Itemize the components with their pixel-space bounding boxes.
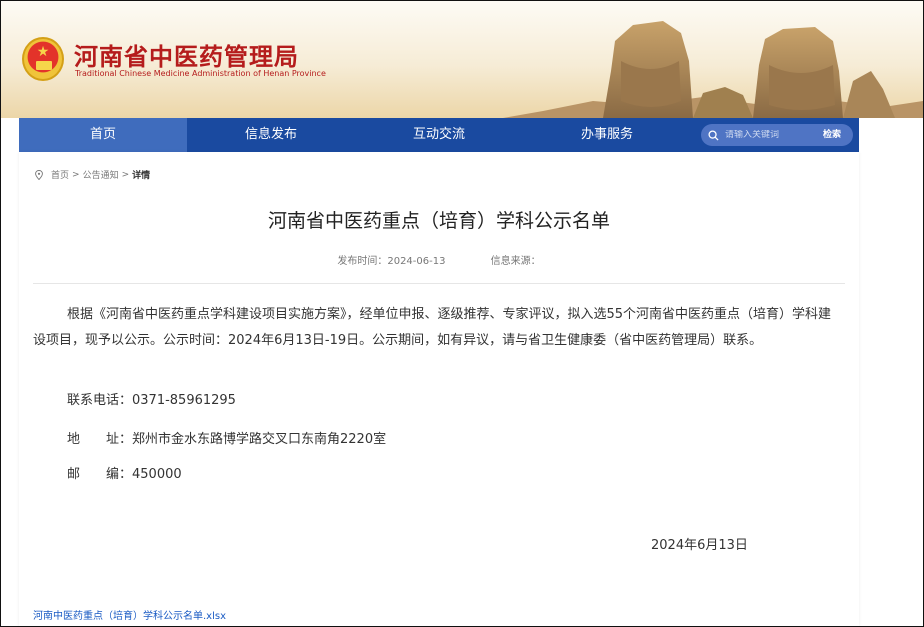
- national-emblem-icon: ★: [22, 37, 64, 81]
- nav-item-home[interactable]: 首页: [19, 118, 187, 152]
- article-panel: 首页 > 公告通知 > 详情 河南省中医药重点（培育）学科公示名单 发布时间：2…: [19, 152, 859, 626]
- breadcrumb-separator: >: [72, 169, 80, 180]
- breadcrumb-section[interactable]: 公告通知: [83, 168, 119, 181]
- article-meta: 发布时间：2024-06-13 信息来源：: [19, 252, 859, 267]
- banner-statues-image: [503, 21, 923, 118]
- nav-item-services[interactable]: 办事服务: [523, 118, 691, 152]
- header-banner: ★ 河南省中医药管理局 Traditional Chinese Medicine…: [1, 1, 923, 118]
- attachment-link[interactable]: 河南中医药重点（培育）学科公示名单.xlsx: [33, 607, 226, 622]
- search-button[interactable]: 检索: [811, 124, 853, 146]
- location-pin-icon: [35, 169, 43, 180]
- nav-item-interaction[interactable]: 互动交流: [355, 118, 523, 152]
- search-input[interactable]: [725, 130, 811, 140]
- contact-address: 地 址：郑州市金水东路博学路交叉口东南角2220室: [67, 432, 387, 447]
- breadcrumb-current: 详情: [132, 171, 151, 181]
- search-icon[interactable]: [701, 124, 725, 146]
- site-title[interactable]: 河南省中医药管理局: [74, 37, 299, 72]
- site-subtitle: Traditional Chinese Medicine Administrat…: [75, 69, 326, 78]
- breadcrumb: 首页 > 公告通知 > 详情: [35, 168, 150, 181]
- article-title: 河南省中医药重点（培育）学科公示名单: [267, 210, 610, 232]
- main-nav: 首页 信息发布 互动交流 办事服务 检索: [19, 118, 859, 152]
- divider: [33, 283, 845, 284]
- breadcrumb-home[interactable]: 首页: [51, 168, 69, 181]
- article-date: 2024年6月13日: [651, 538, 748, 553]
- contact-phone: 联系电话：0371-85961295: [67, 393, 236, 408]
- info-source: 信息来源：: [490, 256, 541, 267]
- article-body: 根据《河南省中医药重点学科建设项目实施方案》，经单位申报、逐级推荐、专家评议，拟…: [33, 307, 832, 348]
- publish-time: 发布时间：2024-06-13: [337, 256, 446, 267]
- contact-postcode: 邮 编：450000: [67, 467, 182, 482]
- breadcrumb-separator: >: [121, 169, 130, 180]
- nav-item-info-release[interactable]: 信息发布: [187, 118, 355, 152]
- search-box: 检索: [701, 124, 853, 146]
